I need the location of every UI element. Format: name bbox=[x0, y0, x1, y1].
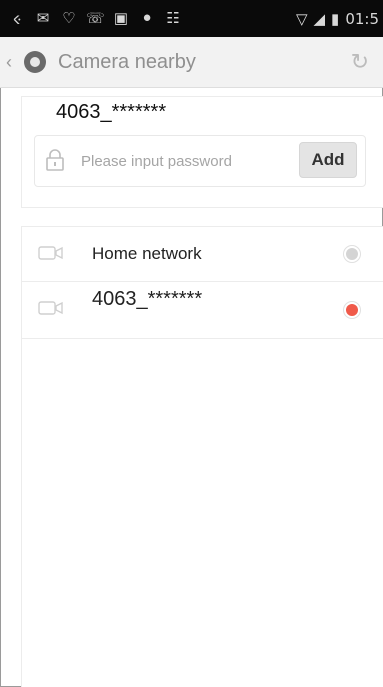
signal-icon: ◢ bbox=[313, 10, 326, 28]
notification-icons: ⲵ ✉ ♡ ☏ ▣ ● ☷ bbox=[0, 9, 182, 29]
mms-icon: ☷ bbox=[166, 9, 180, 27]
back-icon[interactable]: ‹ bbox=[6, 52, 18, 73]
status-indicator bbox=[343, 245, 361, 263]
chat-icon: ● bbox=[142, 8, 152, 26]
list-item[interactable]: Home network bbox=[22, 227, 383, 282]
status-indicator bbox=[343, 301, 361, 319]
clock: 01:5 bbox=[345, 9, 379, 28]
password-box: Add bbox=[34, 135, 366, 187]
page-title: Camera nearby bbox=[58, 50, 196, 73]
list-item-label: Home network bbox=[92, 244, 202, 263]
phone-icon: ☏ bbox=[86, 9, 105, 27]
title-bar: ‹ Camera nearby ↻ bbox=[0, 37, 383, 88]
save-icon: ▣ bbox=[113, 9, 129, 27]
wifi-alt-icon: ♡ bbox=[62, 9, 76, 27]
refresh-icon[interactable]: ↻ bbox=[351, 49, 369, 75]
list-item-label: 4063_******* bbox=[92, 288, 203, 310]
add-button[interactable]: Add bbox=[299, 142, 357, 178]
camera-logo-icon bbox=[24, 51, 46, 73]
mail-icon: ✉ bbox=[36, 9, 50, 27]
lock-icon bbox=[46, 149, 64, 171]
ime-icon: ⲵ bbox=[12, 10, 22, 28]
camera-list: Home network 4063_******* bbox=[21, 226, 383, 687]
camera-icon bbox=[38, 301, 63, 315]
selected-camera-name: 4063_******* bbox=[56, 101, 167, 123]
wifi-icon: ▽ bbox=[295, 10, 308, 28]
add-camera-panel: 4063_******* Add bbox=[21, 96, 383, 208]
system-icons: ▽ ◢ ▮ 01:5 bbox=[296, 0, 379, 37]
password-input[interactable] bbox=[79, 146, 283, 176]
list-item[interactable]: 4063_******* bbox=[22, 282, 383, 339]
camera-icon bbox=[38, 246, 63, 260]
status-bar: ⲵ ✉ ♡ ☏ ▣ ● ☷ ▽ ◢ ▮ 01:5 bbox=[0, 0, 383, 37]
battery-icon: ▮ bbox=[331, 10, 340, 28]
